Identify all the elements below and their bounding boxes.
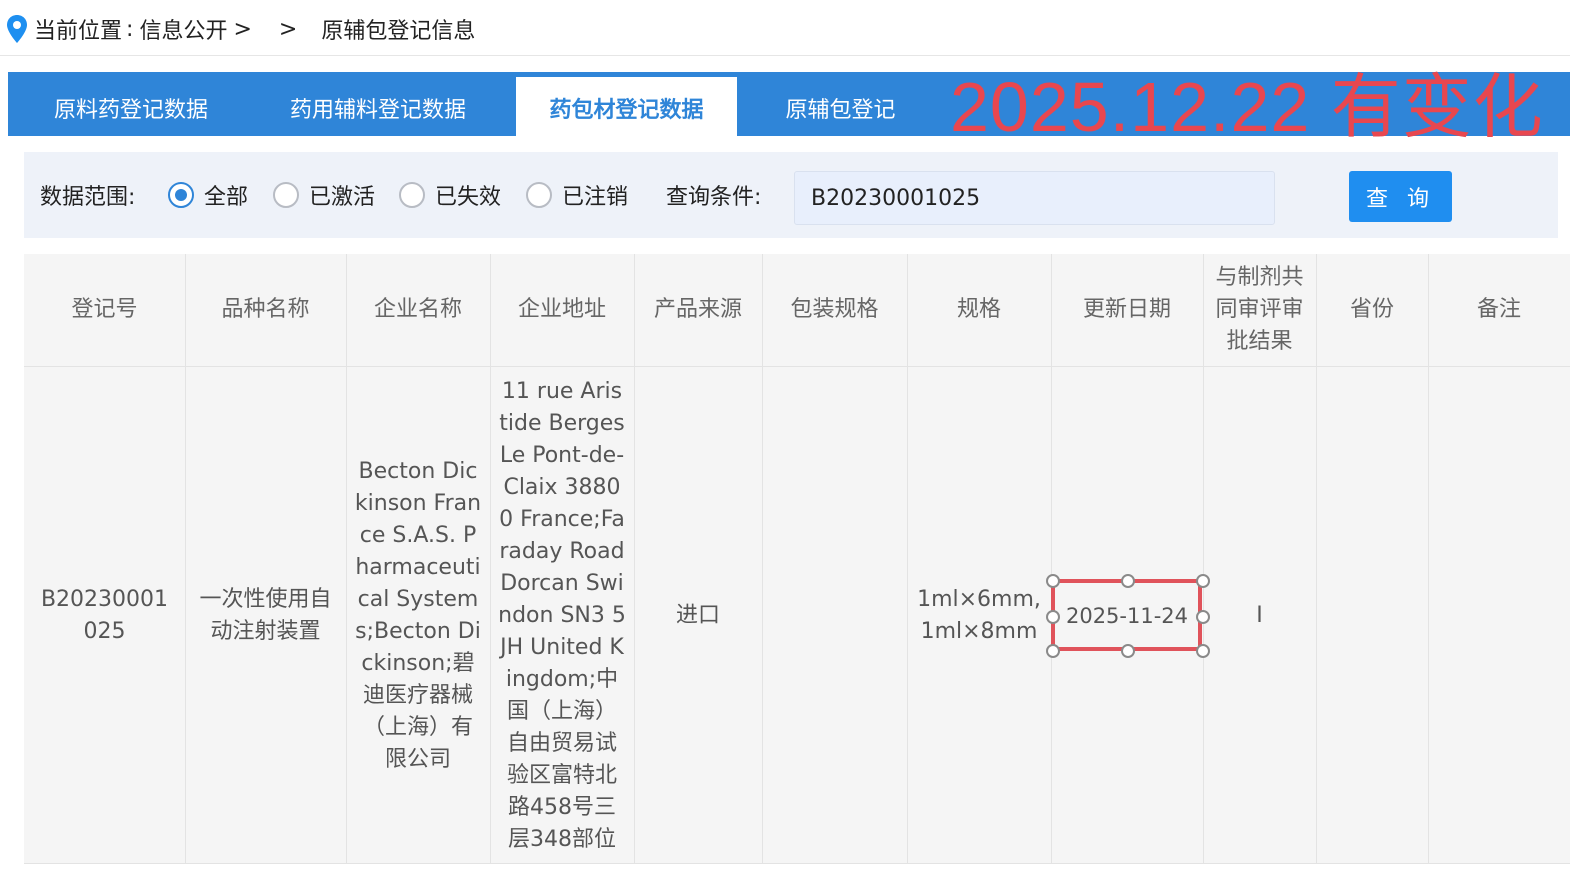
radio-unselected-icon xyxy=(526,182,552,208)
cell-company-name: Becton Dickinson France S.A.S. Pharmaceu… xyxy=(354,458,482,772)
breadcrumb-arrows: > > xyxy=(233,16,308,42)
tab-combined-registration[interactable]: 原辅包登记 xyxy=(743,72,938,136)
radio-cancelled-label: 已注销 xyxy=(562,185,629,210)
spec-line-2: 1ml×8mm xyxy=(920,618,1038,644)
radio-expired-label: 已失效 xyxy=(435,185,502,210)
breadcrumb-current: 原辅包登记信息 xyxy=(321,19,476,44)
radio-selected-icon xyxy=(168,182,194,208)
cell-company-address: 11 rue Aristide Berges Le Pont-de-Claix … xyxy=(498,378,626,852)
tab-bar: 原料药登记数据 药用辅料登记数据 药包材登记数据 原辅包登记 2025.12.2… xyxy=(8,68,1570,146)
cell-package-spec xyxy=(762,367,907,864)
data-range-label: 数据范围: xyxy=(40,185,136,210)
radio-cancelled[interactable]: 已注销 xyxy=(526,152,628,238)
tab-excipient-registration[interactable]: 药用辅料登记数据 xyxy=(254,72,502,136)
radio-expired[interactable]: 已失效 xyxy=(399,152,501,238)
radio-all-label: 全部 xyxy=(204,185,249,210)
radio-unselected-icon xyxy=(399,182,425,208)
breadcrumb: 当前位置 : 信息公开 > > 原辅包登记信息 xyxy=(6,14,475,44)
cell-reg-no: B20230001025 xyxy=(40,586,169,644)
radio-all[interactable]: 全部 xyxy=(168,152,248,238)
cell-product-name: 一次性使用自动注射装置 xyxy=(199,586,332,644)
breadcrumb-prefix: 当前位置 xyxy=(34,19,123,44)
breadcrumb-section-link[interactable]: 信息公开 xyxy=(139,13,227,45)
header-company-name: 企业名称 xyxy=(373,297,462,322)
tab-packaging-registration[interactable]: 药包材登记数据 xyxy=(516,77,737,136)
cell-source: 进口 xyxy=(675,602,720,628)
header-reg-no: 登记号 xyxy=(71,297,138,322)
header-source: 产品来源 xyxy=(653,297,742,322)
breadcrumb-colon: : xyxy=(126,16,134,42)
header-product-name: 品种名称 xyxy=(221,297,310,322)
location-pin-icon xyxy=(7,15,27,43)
header-package-spec: 包装规格 xyxy=(790,297,879,322)
query-label: 查询条件: xyxy=(666,185,762,210)
radio-unselected-icon xyxy=(273,182,299,208)
results-table: 登记号 品种名称 企业名称 企业地址 产品来源 包装规格 规格 更新日期 与制剂… xyxy=(24,254,1570,864)
header-review-result: 与制剂共同审评审批结果 xyxy=(1215,265,1304,354)
cell-spec: 1ml×6mm, 1ml×8mm xyxy=(907,367,1051,864)
tab-api-registration[interactable]: 原料药登记数据 xyxy=(8,72,254,136)
header-update-date: 更新日期 xyxy=(1082,297,1171,322)
cell-province xyxy=(1316,367,1428,864)
filter-bar: 数据范围: 全部 已激活 已失效 已注销 查询条件: 查 询 xyxy=(24,152,1558,238)
change-annotation-text: 2025.12.22 有变化 xyxy=(950,67,1544,146)
cell-remark xyxy=(1428,367,1570,864)
radio-activated[interactable]: 已激活 xyxy=(273,152,375,238)
cell-review-result: I xyxy=(1256,602,1263,628)
header-province: 省份 xyxy=(1349,297,1394,322)
header-remark: 备注 xyxy=(1476,297,1521,322)
spec-line-1: 1ml×6mm, xyxy=(917,586,1041,612)
radio-activated-label: 已激活 xyxy=(309,185,376,210)
header-spec: 规格 xyxy=(956,297,1001,322)
search-input[interactable] xyxy=(794,171,1275,225)
search-button[interactable]: 查 询 xyxy=(1349,171,1452,222)
cell-update-date: 2025-11-24 xyxy=(1065,603,1189,628)
header-company-address: 企业地址 xyxy=(517,297,606,322)
